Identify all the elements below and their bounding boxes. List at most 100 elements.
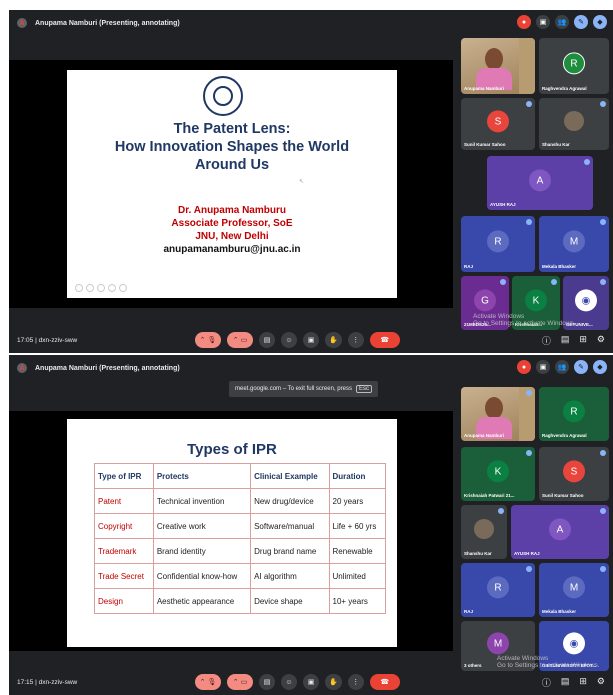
table-cell: Aesthetic appearance: [152, 588, 252, 614]
table-row: Patent Technical invention New drug/devi…: [94, 488, 387, 514]
mic-off-icon: [500, 279, 506, 285]
annotation-toolbar[interactable]: [75, 284, 127, 292]
annotate-icon[interactable]: ✎: [574, 15, 588, 29]
table-row: Design Aesthetic appearance Device shape…: [94, 588, 387, 614]
leave-call-button[interactable]: ☎: [369, 674, 400, 690]
mic-off-icon: [526, 450, 532, 456]
shared-screen: Types of IPR Type of IPR Protects Clinic…: [9, 411, 453, 651]
table-cell: Unlimited: [328, 563, 387, 589]
annotate-icon[interactable]: ✎: [574, 360, 588, 374]
recording-icon: A: [17, 18, 27, 28]
table-cell: Trade Secret: [94, 563, 154, 589]
participant-tile-krishnaiah[interactable]: K Krishnaiah Patwari 21...: [461, 447, 535, 501]
leave-call-button[interactable]: ☎: [369, 332, 400, 348]
participant-tile-presenter[interactable]: Anupama Namburi: [461, 387, 535, 441]
mic-off-icon: [526, 219, 532, 225]
captions-button[interactable]: ▤: [259, 332, 275, 348]
presenter-status: Anupama Namburi (Presenting, annotating): [35, 19, 180, 27]
participant-tile-presenter[interactable]: Anupama Namburi: [461, 38, 535, 94]
participant-tile-mekala[interactable]: M Mekala Bhasker: [539, 216, 609, 272]
participant-tile-raghvendra[interactable]: R Raghvendra Agrawal: [539, 387, 609, 441]
recording-icon: A: [17, 363, 27, 373]
more-options-button[interactable]: ⋮: [347, 332, 364, 348]
raise-hand-button[interactable]: ✋: [325, 332, 342, 348]
slide-author: Dr. Anupama Namburu: [178, 205, 286, 216]
column-header: Clinical Example: [250, 463, 330, 489]
esc-key-hint: Esc: [355, 385, 372, 393]
chat-icon[interactable]: ▤: [561, 676, 570, 689]
table-cell: Copyright: [94, 513, 154, 539]
emoji-button[interactable]: ☺: [281, 332, 297, 348]
fullscreen-notice: meet.google.com – To exit full screen, p…: [229, 381, 378, 397]
table-cell: Technical invention: [152, 488, 252, 514]
table-row: Trade Secret Confidential know-how AI al…: [94, 563, 387, 589]
info-icon[interactable]: ⓘ: [542, 676, 551, 689]
meet-window-first: A Anupama Namburi (Presenting, annotatin…: [9, 10, 613, 353]
microphone-toggle[interactable]: ⌃ 🎙: [195, 332, 221, 348]
table-row: Trademark Brand identity Drug brand name…: [94, 538, 387, 564]
activities-icon[interactable]: ◆: [593, 15, 607, 29]
table-cell: Trademark: [94, 538, 154, 564]
table-cell: Patent: [94, 488, 154, 514]
slide-title: Types of IPR: [187, 441, 277, 458]
slide-title-line-1: The Patent Lens:: [173, 121, 291, 137]
present-button[interactable]: ▣: [303, 674, 319, 690]
participant-tile-ayush[interactable]: A AYUSH RAJ: [511, 505, 609, 559]
mic-off-icon: [584, 159, 590, 165]
host-controls-icon[interactable]: ⚙: [597, 676, 605, 689]
ipr-slide: Types of IPR Type of IPR Protects Clinic…: [67, 419, 397, 647]
microphone-toggle[interactable]: ⌃ 🎙: [195, 674, 221, 690]
emoji-button[interactable]: ☺: [281, 674, 297, 690]
participant-tile-raj[interactable]: R RAJ: [461, 563, 535, 617]
mic-off-icon: [526, 566, 532, 572]
mic-off-icon: [600, 566, 606, 572]
column-header: Type of IPR: [94, 463, 154, 489]
participant-tile-shanshu[interactable]: Shanshu Kar: [461, 505, 507, 559]
participant-tile-raj[interactable]: R RAJ: [461, 216, 535, 272]
mic-off-icon: [600, 508, 606, 514]
mic-off-icon: [600, 101, 606, 107]
more-options-button[interactable]: ⋮: [347, 674, 364, 690]
meet-bottom-bar: 17:05 | dxn-zziv-sww ⌃ 🎙 ⌃ ▭ ▤ ☺ ▣ ✋ ⋮ ☎…: [9, 327, 613, 353]
present-button[interactable]: ▣: [303, 332, 319, 348]
meeting-clock-and-code: 17:15 | dxn-zziv-sww: [17, 678, 78, 686]
record-indicator-icon[interactable]: ●: [517, 15, 531, 29]
camera-toggle[interactable]: ⌃ ▭: [227, 674, 253, 690]
host-controls-icon[interactable]: ⚙: [597, 334, 605, 347]
table-cell: Software/manual: [250, 513, 330, 539]
title-slide: The Patent Lens: How Innovation Shapes t…: [67, 70, 397, 298]
slide-title-line-2: How Innovation Shapes the World: [114, 139, 350, 155]
meeting-clock-and-code: 17:05 | dxn-zziv-sww: [17, 336, 78, 344]
people-icon[interactable]: 👥: [555, 360, 569, 374]
activities-grid-icon[interactable]: ⊞: [579, 334, 587, 347]
slide-role: Associate Professor, SoE: [171, 218, 293, 229]
table-cell: 10+ years: [328, 588, 387, 614]
profile-logo-icon: ◉: [575, 289, 597, 312]
info-icon[interactable]: ⓘ: [542, 334, 551, 347]
participant-tile-shanshu[interactable]: Shanshu Kar: [539, 98, 609, 150]
meet-window-second: A Anupama Namburi (Presenting, annotatin…: [9, 355, 613, 695]
raise-hand-button[interactable]: ✋: [325, 674, 342, 690]
profile-photo-icon: [474, 519, 494, 540]
table-cell: Device shape: [250, 588, 330, 614]
people-icon[interactable]: 👥: [555, 15, 569, 29]
activities-icon[interactable]: ◆: [593, 360, 607, 374]
activate-windows-watermark: Activate Windows Go to Settings to activ…: [473, 313, 576, 327]
captions-button[interactable]: ▤: [259, 674, 275, 690]
participant-tile-ayush[interactable]: A AYUSH RAJ: [487, 156, 593, 210]
activities-grid-icon[interactable]: ⊞: [579, 676, 587, 689]
screen-share-icon[interactable]: ▣: [536, 15, 550, 29]
screen-share-icon[interactable]: ▣: [536, 360, 550, 374]
meet-bottom-bar: 17:15 | dxn-zziv-sww ⌃ 🎙 ⌃ ▭ ▤ ☺ ▣ ✋ ⋮ ☎…: [9, 669, 613, 695]
participant-tile-sunil[interactable]: S Sunil Kumar Sahoo: [461, 98, 535, 150]
mic-off-icon: [498, 508, 504, 514]
camera-toggle[interactable]: ⌃ ▭: [227, 332, 253, 348]
table-cell: Life + 60 yrs: [328, 513, 387, 539]
chat-icon[interactable]: ▤: [561, 334, 570, 347]
participant-tile-raghvendra[interactable]: R Raghvendra Agrawal: [539, 38, 609, 94]
participant-tile-mekala[interactable]: M Mekala Bhasker: [539, 563, 609, 617]
university-logo-icon: [203, 76, 243, 116]
table-cell: Renewable: [328, 538, 387, 564]
participant-tile-sunil[interactable]: S Sunil Kumar Sahoo: [539, 447, 609, 501]
record-indicator-icon[interactable]: ●: [517, 360, 531, 374]
